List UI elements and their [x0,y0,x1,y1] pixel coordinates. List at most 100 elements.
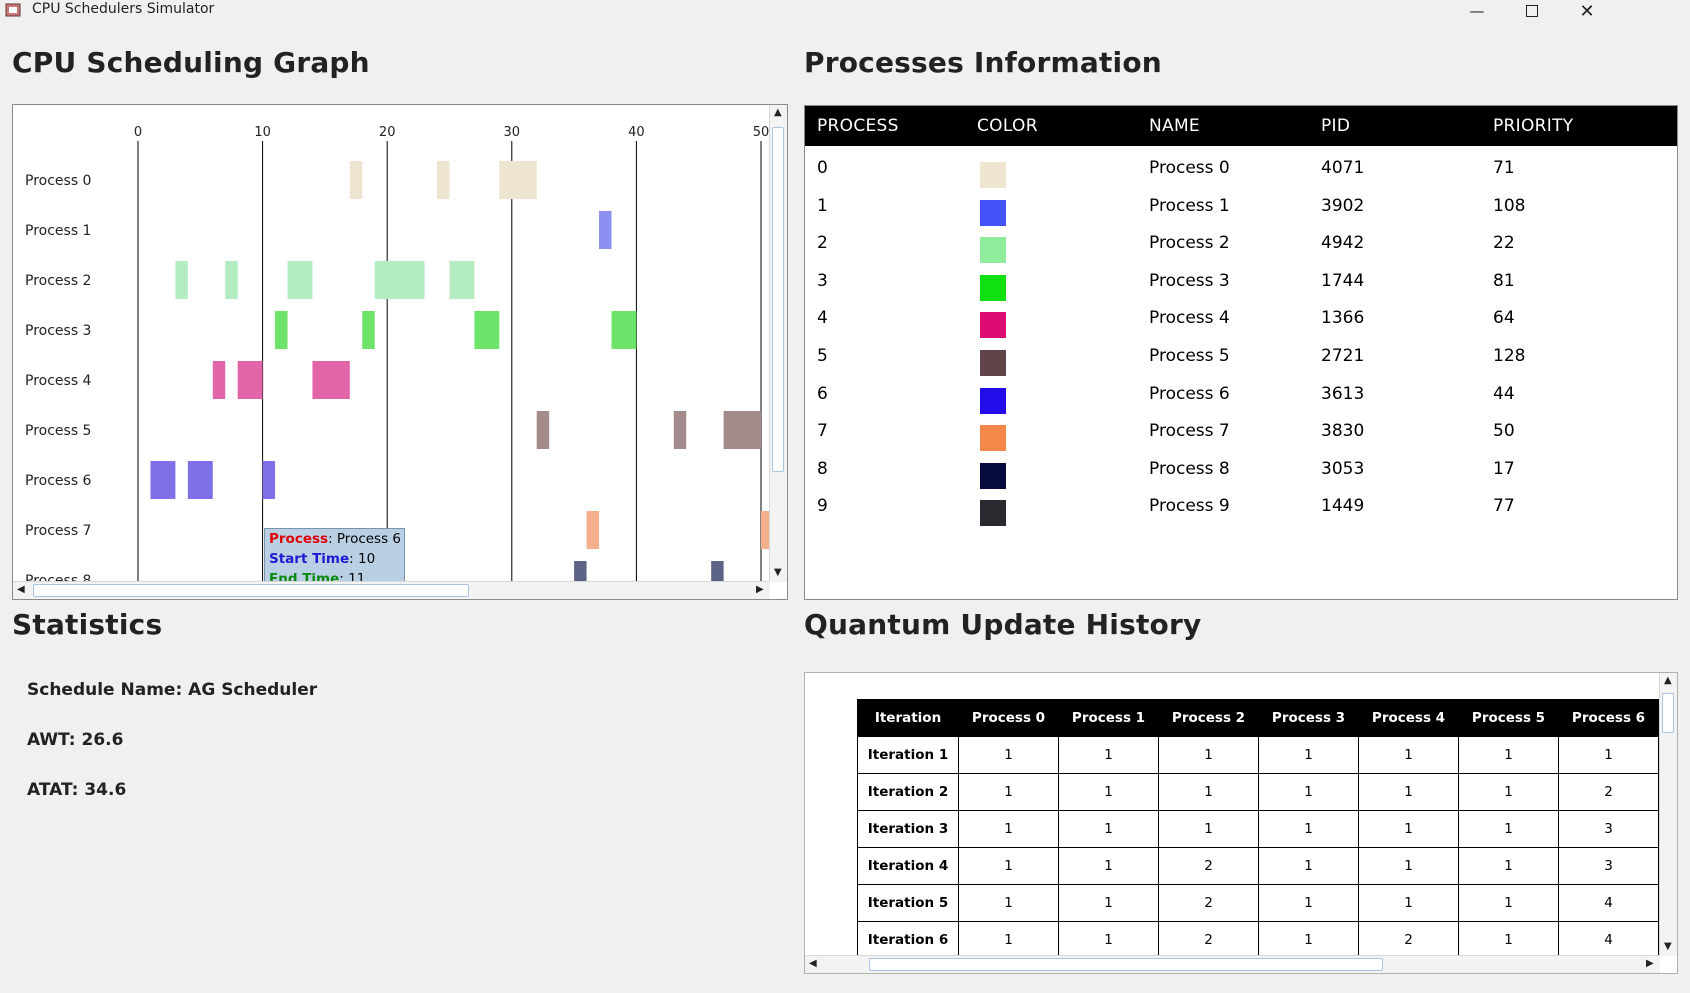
quantum-vertical-scrollbar[interactable]: ▲ ▼ [1659,673,1677,956]
quantum-value: 1 [1358,736,1459,774]
gantt-bar [362,311,375,349]
scroll-down-icon[interactable]: ▼ [774,568,782,578]
quantum-history-panel[interactable]: Iteration Process 0 Process 1 Process 2 Proc… [804,672,1678,974]
x-tick-label: 0 [134,125,142,140]
process-row: 9 Process 9 1449 77 [805,488,1677,527]
scheduling-graph-panel[interactable]: 0 10 20 30 40 50 Process 0 Process 1 Process 2 Pr… [12,104,788,600]
x-tick-label: 40 [628,125,645,140]
quantum-value: 1 [1158,773,1259,811]
awt-value: AWT: 26.6 [27,730,124,750]
scroll-right-icon[interactable]: ▶ [756,585,764,595]
process-color-swatch [980,387,1006,414]
quantum-value: 2 [1358,921,1459,959]
quantum-horizontal-thumb[interactable] [869,958,1383,971]
graph-horizontal-thumb[interactable] [33,584,469,597]
process-pid: 3053 [1321,458,1365,479]
maximize-button[interactable] [1509,0,1555,22]
process-priority: 50 [1493,421,1515,442]
scroll-left-icon[interactable]: ◀ [809,959,817,969]
column-header-process: PROCESS [817,116,899,136]
scroll-right-icon[interactable]: ▶ [1646,959,1654,969]
row-label: Process 3 [25,323,91,339]
process-name: Process 3 [1149,270,1230,291]
column-header-color: COLOR [977,116,1038,136]
process-row: 7 Process 7 3830 50 [805,413,1677,452]
quantum-value: 1 [1258,921,1359,959]
maximize-icon [1526,5,1538,17]
row-label: Process 4 [25,373,92,389]
gantt-bar [187,461,213,499]
graph-vertical-thumb[interactable] [772,127,784,472]
gantt-bar [225,261,238,299]
scroll-left-icon[interactable]: ◀ [17,585,25,595]
processes-table-header: PROCESS COLOR NAME PID PRIORITY [805,106,1677,146]
quantum-row: Iteration 21111112 [857,773,1659,811]
quantum-value: 1 [958,847,1059,885]
process-priority: 22 [1493,233,1515,254]
quantum-value: 4 [1558,921,1659,959]
quantum-value: 1 [1558,736,1659,774]
process-index: 7 [817,421,828,442]
gantt-bar [474,311,500,349]
close-button[interactable]: ✕ [1564,0,1610,22]
process-row: 8 Process 8 3053 17 [805,451,1677,489]
row-label: Process 1 [25,223,91,239]
scroll-up-icon[interactable]: ▲ [1664,676,1672,686]
process-priority: 108 [1493,195,1526,216]
process-priority: 71 [1493,158,1515,178]
process-pid: 2721 [1321,346,1365,366]
process-pid: 3830 [1321,421,1365,442]
gantt-bar [586,511,600,549]
process-row: 3 Process 3 1744 81 [805,263,1677,301]
column-header-priority: PRIORITY [1493,116,1574,136]
quantum-value: 1 [1058,847,1159,885]
quantum-value: 1 [1258,773,1359,811]
quantum-column-header: Iteration [857,699,959,737]
gantt-bar [711,561,724,582]
window-title: CPU Schedulers Simulator [32,1,215,17]
process-priority: 77 [1493,496,1515,517]
quantum-column-header: Process 5 [1458,699,1559,737]
quantum-value: 1 [1458,736,1559,774]
quantum-value: 1 [1258,736,1359,774]
atat-value: ATAT: 34.6 [27,780,127,800]
column-header-pid: PID [1321,116,1351,136]
quantum-vertical-thumb[interactable] [1662,693,1674,733]
quantum-value: 1 [958,773,1059,811]
tooltip-process-value: Process 6 [336,531,401,547]
quantum-row: Iteration 31111113 [857,810,1659,848]
process-priority: 64 [1493,308,1515,329]
graph-horizontal-scrollbar[interactable]: ◀ ▶ [13,581,770,599]
quantum-column-header: Process 6 [1558,699,1659,737]
process-color-swatch [980,312,1006,339]
process-index: 5 [817,346,828,366]
process-name: Process 0 [1149,158,1230,178]
process-name: Process 2 [1149,233,1230,254]
quantum-value: 1 [958,736,1059,774]
process-pid: 4071 [1321,158,1365,178]
scroll-up-icon[interactable]: ▲ [774,108,782,118]
gantt-bar [275,311,288,349]
graph-vertical-scrollbar[interactable]: ▲ ▼ [769,105,787,582]
quantum-column-header: Process 4 [1358,699,1459,737]
quantum-value: 1 [1258,884,1359,922]
quantum-value: 1 [1358,884,1459,922]
process-color-swatch [980,425,1006,452]
process-name: Process 8 [1149,458,1230,479]
process-pid: 3902 [1321,195,1365,216]
iteration-label: Iteration 6 [857,921,959,959]
quantum-value: 2 [1158,847,1259,885]
app-icon [5,3,21,17]
gantt-bar [673,411,687,449]
quantum-value: 1 [1458,810,1559,848]
process-pid: 1449 [1321,496,1365,517]
scroll-down-icon[interactable]: ▼ [1664,942,1672,952]
gantt-bar [175,261,188,299]
quantum-value: 1 [1358,847,1459,885]
quantum-horizontal-scrollbar[interactable]: ◀ ▶ [805,955,1660,973]
statistics-heading: Statistics [12,608,163,641]
quantum-value: 1 [1358,810,1459,848]
minimize-button[interactable]: — [1454,0,1500,22]
process-priority: 44 [1493,383,1515,404]
quantum-value: 1 [958,884,1059,922]
